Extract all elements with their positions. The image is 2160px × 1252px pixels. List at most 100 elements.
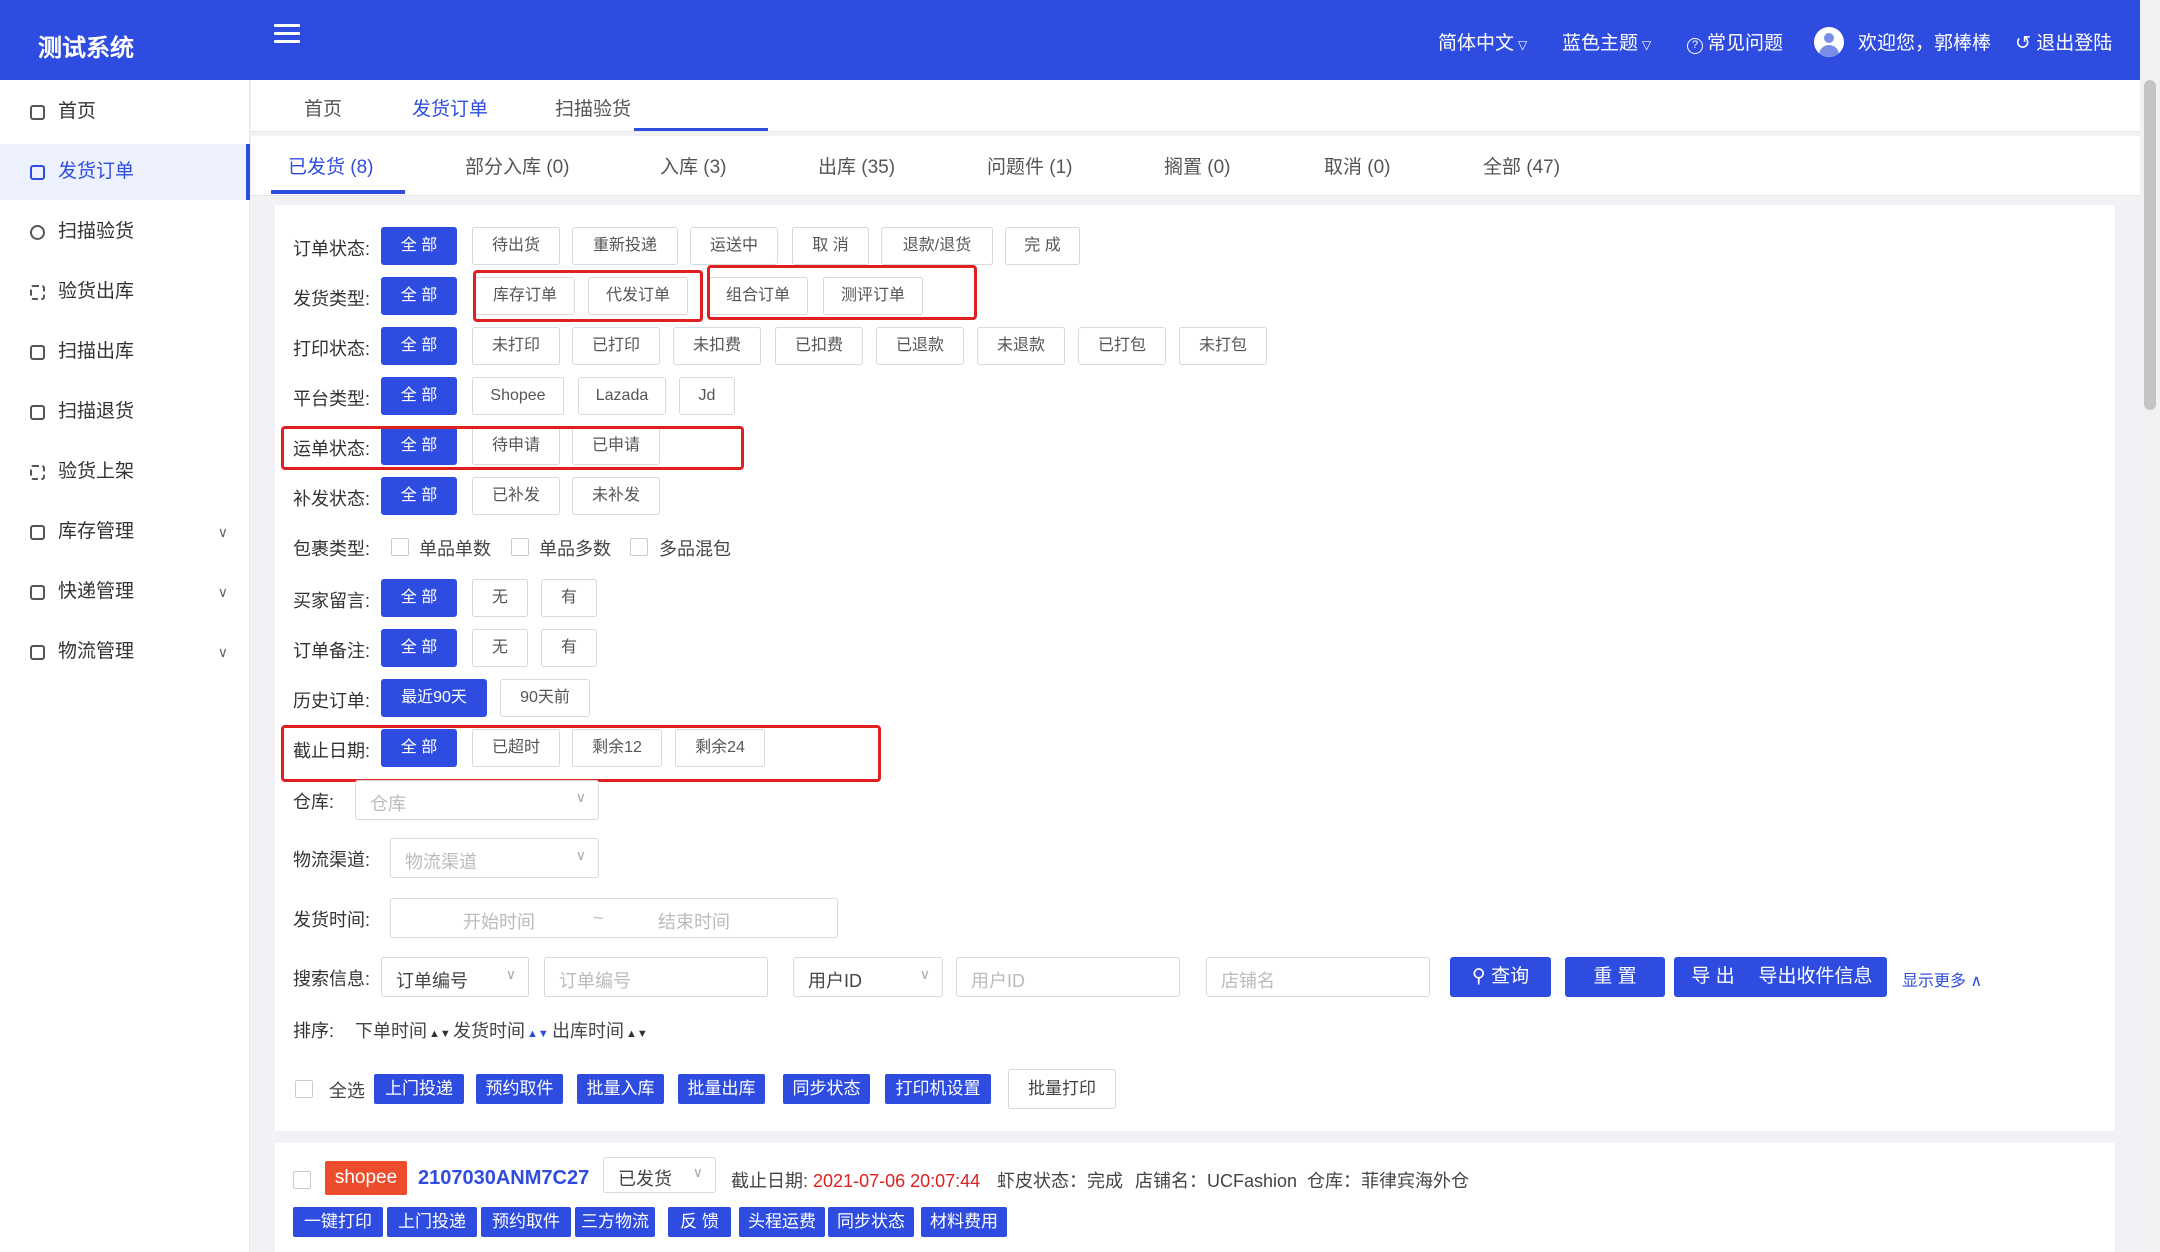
print-status-printed[interactable]: 已打印 bbox=[572, 327, 660, 365]
platform-shopee[interactable]: Shopee bbox=[472, 377, 564, 415]
sidebar-item-scan-return[interactable]: 扫描退货 bbox=[0, 384, 250, 440]
theme-select[interactable]: 蓝色主题 ▽ bbox=[1562, 28, 1651, 55]
warehouse-select[interactable]: 仓库 ∨ bbox=[355, 780, 599, 820]
status-tab-inbound[interactable]: 入库 (3) bbox=[660, 152, 727, 179]
ship-time-end[interactable]: 结束时间 bbox=[658, 908, 730, 934]
sidebar-item-inspect-shelve[interactable]: 验货上架 bbox=[0, 444, 250, 500]
print-status-charged[interactable]: 已扣费 bbox=[775, 327, 863, 365]
platform-lazada[interactable]: Lazada bbox=[578, 377, 666, 415]
order-number-link[interactable]: 2107030ANM7C27 bbox=[418, 1167, 589, 1190]
logout-button[interactable]: ↺ 退出登陆 bbox=[2015, 28, 2112, 55]
status-tab-shipped[interactable]: 已发货 (8) bbox=[288, 152, 374, 179]
faq-link[interactable]: ? 常见问题 bbox=[1687, 28, 1783, 55]
sidebar-item-inventory[interactable]: 库存管理 ∨ bbox=[0, 504, 250, 560]
print-status-packed[interactable]: 已打包 bbox=[1078, 327, 1166, 365]
tab-home[interactable]: 首页 bbox=[304, 94, 342, 121]
sidebar-item-scan-outbound[interactable]: 扫描出库 bbox=[0, 324, 250, 380]
history-before-90[interactable]: 90天前 bbox=[500, 679, 590, 717]
buyer-message-none[interactable]: 无 bbox=[472, 579, 528, 617]
sync-status-button[interactable]: 同步状态 bbox=[828, 1207, 914, 1237]
sort-order-time[interactable]: 下单时间 ▲▼ bbox=[355, 1017, 451, 1043]
status-tab-problem[interactable]: 问题件 (1) bbox=[987, 152, 1073, 179]
schedule-pickup-button[interactable]: 预约取件 bbox=[481, 1207, 571, 1237]
user-type-select[interactable]: 用户ID ∨ bbox=[793, 957, 943, 997]
print-status-not-refunded[interactable]: 未退款 bbox=[977, 327, 1065, 365]
order-status-pending[interactable]: 待出货 bbox=[472, 227, 560, 265]
avatar[interactable] bbox=[1814, 27, 1844, 57]
print-status-refunded[interactable]: 已退款 bbox=[876, 327, 964, 365]
print-status-all[interactable]: 全 部 bbox=[381, 327, 457, 365]
query-button[interactable]: ⚲ 查询 bbox=[1450, 957, 1551, 997]
order-note-has[interactable]: 有 bbox=[541, 629, 597, 667]
order-note-none[interactable]: 无 bbox=[472, 629, 528, 667]
first-leg-freight-button[interactable]: 头程运费 bbox=[739, 1207, 825, 1237]
user-id-input[interactable]: 用户ID bbox=[956, 957, 1180, 997]
sync-status-button[interactable]: 同步状态 bbox=[783, 1074, 870, 1104]
status-tab-all[interactable]: 全部 (47) bbox=[1483, 152, 1560, 179]
schedule-pickup-button[interactable]: 预约取件 bbox=[476, 1074, 563, 1104]
export-button[interactable]: 导 出 bbox=[1674, 957, 1752, 997]
ship-type-all[interactable]: 全 部 bbox=[381, 277, 457, 315]
shop-name-input[interactable]: 店铺名 bbox=[1206, 957, 1430, 997]
menu-toggle-icon[interactable] bbox=[274, 24, 300, 48]
sidebar-item-ship-orders[interactable]: 发货订单 bbox=[0, 144, 250, 200]
history-recent-90[interactable]: 最近90天 bbox=[381, 679, 487, 717]
print-status-uncharged[interactable]: 未扣费 bbox=[673, 327, 761, 365]
door-delivery-button[interactable]: 上门投递 bbox=[387, 1207, 477, 1237]
ship-time-start[interactable]: 开始时间 bbox=[463, 908, 535, 934]
door-delivery-button[interactable]: 上门投递 bbox=[374, 1074, 464, 1104]
status-tab-outbound[interactable]: 出库 (35) bbox=[818, 152, 895, 179]
order-status-complete[interactable]: 完 成 bbox=[1005, 227, 1080, 265]
status-tab-partial-inbound[interactable]: 部分入库 (0) bbox=[465, 152, 570, 179]
package-mixed-checkbox[interactable] bbox=[630, 538, 648, 556]
sidebar-item-inspect-outbound[interactable]: 验货出库 bbox=[0, 264, 250, 320]
third-party-logistics-button[interactable]: 三方物流 bbox=[575, 1207, 655, 1237]
platform-jd[interactable]: Jd bbox=[679, 377, 735, 415]
status-tab-onhold[interactable]: 搁置 (0) bbox=[1164, 152, 1231, 179]
order-status-select[interactable]: 已发货 ∨ bbox=[603, 1157, 716, 1193]
reset-button[interactable]: 重 置 bbox=[1565, 957, 1665, 997]
order-status-all[interactable]: 全 部 bbox=[381, 227, 457, 265]
show-more-link[interactable]: 显示更多 ∧ bbox=[1902, 967, 1982, 991]
language-select[interactable]: 简体中文 ▽ bbox=[1438, 28, 1527, 55]
scrollbar-thumb[interactable] bbox=[2144, 80, 2156, 410]
status-tab-cancelled[interactable]: 取消 (0) bbox=[1324, 152, 1391, 179]
print-status-unpacked[interactable]: 未打包 bbox=[1179, 327, 1267, 365]
one-click-print-button[interactable]: 一键打印 bbox=[293, 1207, 383, 1237]
sidebar-item-express[interactable]: 快递管理 ∨ bbox=[0, 564, 250, 620]
sidebar-item-logistics[interactable]: 物流管理 ∨ bbox=[0, 624, 250, 680]
select-all-checkbox[interactable] bbox=[295, 1080, 313, 1098]
package-single-multi-checkbox[interactable] bbox=[511, 538, 529, 556]
reship-status-done[interactable]: 已补发 bbox=[472, 477, 560, 515]
order-status-in-transit[interactable]: 运送中 bbox=[690, 227, 778, 265]
batch-print-button[interactable]: 批量打印 bbox=[1008, 1069, 1116, 1109]
batch-outbound-button[interactable]: 批量出库 bbox=[678, 1074, 765, 1104]
platform-all[interactable]: 全 部 bbox=[381, 377, 457, 415]
print-status-unprinted[interactable]: 未打印 bbox=[472, 327, 560, 365]
buyer-message-all[interactable]: 全 部 bbox=[381, 579, 457, 617]
sidebar-item-scan-inspect[interactable]: 扫描验货 bbox=[0, 204, 250, 260]
sidebar-item-home[interactable]: 首页 bbox=[0, 84, 250, 140]
sort-outbound-time[interactable]: 出库时间 ▲▼ bbox=[552, 1017, 648, 1043]
buyer-message-has[interactable]: 有 bbox=[541, 579, 597, 617]
tab-ship-orders[interactable]: 发货订单 bbox=[412, 94, 488, 121]
package-single-single-checkbox[interactable] bbox=[391, 538, 409, 556]
printer-settings-button[interactable]: 打印机设置 bbox=[885, 1074, 991, 1104]
material-fee-button[interactable]: 材料费用 bbox=[921, 1207, 1007, 1237]
tab-scan-inspect[interactable]: 扫描验货 bbox=[555, 94, 631, 121]
page-scrollbar[interactable] bbox=[2140, 0, 2160, 1252]
order-status-redeliver[interactable]: 重新投递 bbox=[572, 227, 678, 265]
ship-time-range[interactable]: 开始时间 ~ 结束时间 bbox=[390, 898, 838, 938]
export-receiver-button[interactable]: 导出收件信息 bbox=[1744, 957, 1887, 997]
order-note-all[interactable]: 全 部 bbox=[381, 629, 457, 667]
sort-ship-time[interactable]: 发货时间 ▲▼ bbox=[453, 1017, 549, 1043]
order-number-input[interactable]: 订单编号 bbox=[544, 957, 768, 997]
reship-status-not-done[interactable]: 未补发 bbox=[572, 477, 660, 515]
reship-status-all[interactable]: 全 部 bbox=[381, 477, 457, 515]
search-type-select[interactable]: 订单编号 ∨ bbox=[381, 957, 529, 997]
order-status-cancel[interactable]: 取 消 bbox=[792, 227, 869, 265]
feedback-button[interactable]: 反 馈 bbox=[668, 1207, 731, 1237]
order-status-refund[interactable]: 退款/退货 bbox=[881, 227, 993, 265]
batch-inbound-button[interactable]: 批量入库 bbox=[577, 1074, 664, 1104]
order-checkbox[interactable] bbox=[293, 1171, 311, 1189]
